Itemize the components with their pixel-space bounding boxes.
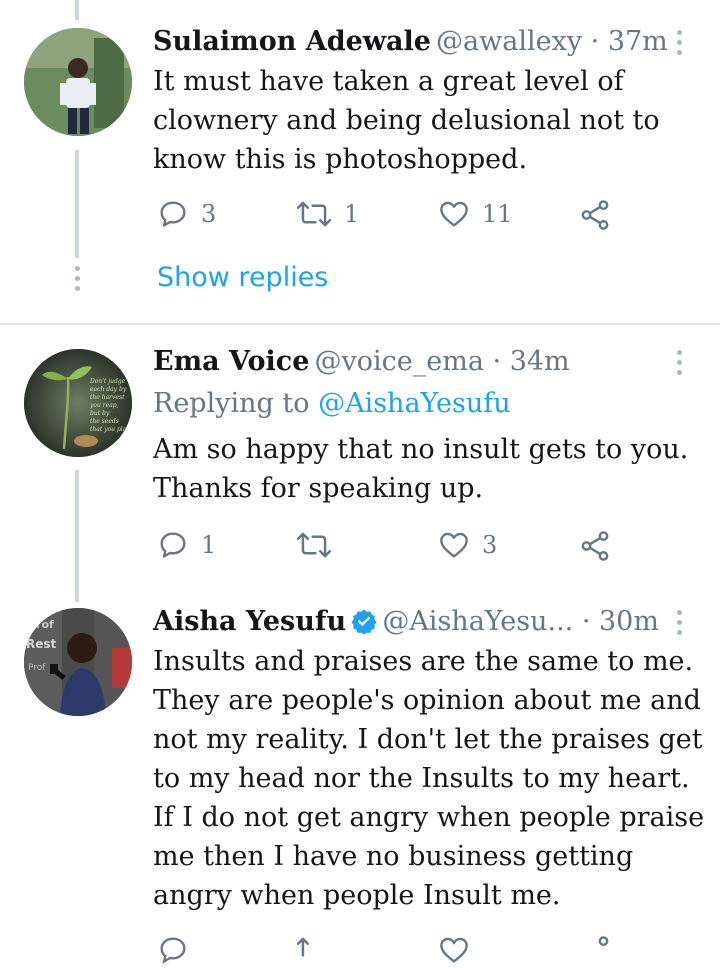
like-button[interactable]: 3 [438,529,497,561]
display-name[interactable]: Ema Voice [153,346,309,377]
timestamp[interactable]: 34m [510,346,570,377]
svg-text:the seeds: the seeds [90,418,119,425]
reply-icon [160,201,186,227]
avatar-aisha-yesufu[interactable]: Prof Rest Prof [24,608,132,716]
tweet-text: It must have taken a great level of clow… [153,66,660,175]
more-icon[interactable] [677,350,683,380]
share-icon [581,531,609,561]
share-button[interactable] [578,198,612,232]
svg-text:Don't judge: Don't judge [89,378,126,385]
svg-text:each day by: each day by [90,386,127,393]
thread-dot [75,286,80,291]
thread-dot [75,276,80,281]
share-button[interactable] [578,529,612,563]
display-name[interactable]: Sulaimon Adewale [153,26,431,57]
separator: · [573,606,599,637]
reply-count: 1 [201,531,217,559]
retweet-icon [296,532,332,558]
reply-icon [160,532,186,558]
verified-badge-icon [351,609,377,635]
like-button[interactable]: 11 [438,198,513,230]
tweet-header: Sulaimon Adewale @awallexy · 37m [153,24,668,63]
tweet-header: Ema Voice @voice_ema · 34m [153,344,570,383]
thread-line-top [75,0,79,20]
like-icon [440,937,468,963]
svg-text:Prof: Prof [28,663,46,673]
svg-text:that you plant.: that you plant. [90,426,132,433]
thread-line [75,470,79,602]
svg-text:but by: but by [90,410,110,417]
retweet-icon [296,201,332,227]
display-name[interactable]: Aisha Yesufu [153,606,346,637]
replying-to: Replying to @AishaYesufu [153,386,511,422]
thread-line [75,150,79,258]
like-count: 3 [482,531,498,559]
separator: · [582,26,608,57]
mention-link[interactable]: @AishaYesufu [318,388,511,419]
reply-button[interactable] [157,934,189,966]
tweet-header: Aisha Yesufu @AishaYesu... · 30m [153,604,659,643]
svg-text:you reap,: you reap, [89,402,119,409]
tweet-divider [0,323,720,325]
retweet-count: 1 [344,200,360,228]
tweet-text: Insults and praises are the same to me. … [153,646,705,911]
svg-text:Prof: Prof [28,618,54,631]
like-icon [440,201,468,227]
replying-to-label: Replying to [153,388,319,419]
reply-icon [160,937,186,964]
share-icon [581,200,609,230]
more-icon[interactable] [677,610,683,640]
separator: · [483,346,510,377]
share-button[interactable] [578,934,612,968]
retweet-button[interactable]: 1 [296,198,359,230]
like-button[interactable] [438,934,470,966]
tweet-text: Am so happy that no insult gets to you. … [153,434,689,504]
retweet-button[interactable] [296,529,332,561]
avatar-sulaimon[interactable] [24,28,132,136]
retweet-button[interactable] [296,934,332,966]
svg-text:the harvest: the harvest [90,394,125,401]
user-handle[interactable]: @awallexy [436,26,582,57]
timestamp[interactable]: 37m [608,26,668,57]
avatar-ema-voice[interactable]: Don't judge each day by the harvest you … [24,349,132,457]
show-replies-link[interactable]: Show replies [157,262,328,293]
reply-button[interactable]: 3 [157,198,216,230]
retweet-icon [296,937,310,957]
user-handle[interactable]: @AishaYesu... [382,606,573,637]
reply-button[interactable]: 1 [157,529,216,561]
more-icon[interactable] [677,30,683,60]
user-handle[interactable]: @voice_ema [315,346,484,377]
share-icon [598,936,609,946]
reply-count: 3 [201,200,217,228]
timestamp[interactable]: 30m [599,606,659,637]
like-count: 11 [482,200,513,228]
svg-text:Rest: Rest [26,637,57,651]
like-icon [440,532,468,558]
thread-dot [75,266,80,271]
